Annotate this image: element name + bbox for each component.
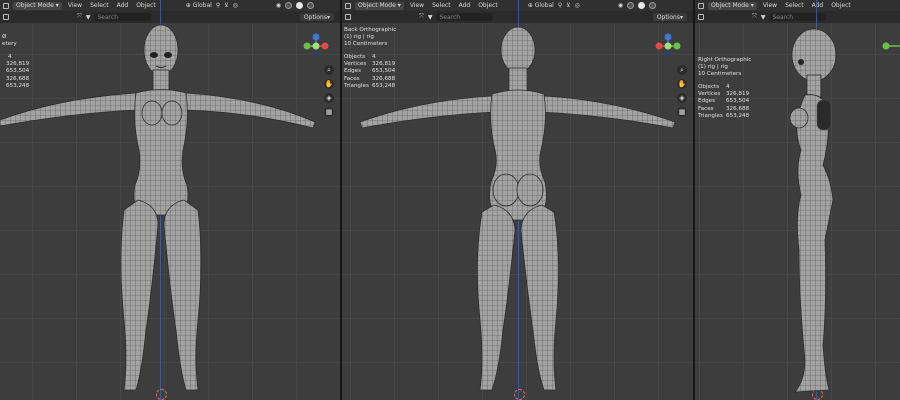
character-mesh-front[interactable] <box>0 0 340 400</box>
viewport-front[interactable]: Object Mode ▾ View Select Add Object ⊕ Gl… <box>0 0 340 400</box>
viewport-right[interactable]: Object Mode ▾ View Select Add Object ⤧ ▼ … <box>695 0 900 400</box>
viewport-back[interactable]: Object Mode ▾ View Select Add Object ⊕ Gl… <box>342 0 693 400</box>
character-mesh-back[interactable] <box>342 0 693 400</box>
character-mesh-side[interactable] <box>695 0 900 400</box>
arm-section <box>816 99 832 131</box>
